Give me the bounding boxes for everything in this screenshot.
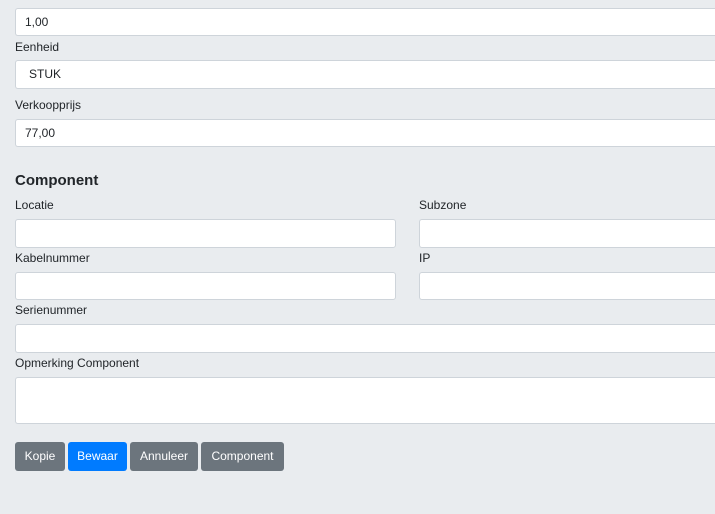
copy-button[interactable]: Kopie [15,442,65,471]
unit-label: Eenheid [15,40,60,54]
component-remark-label: Opmerking Component [15,356,140,370]
subzone-label: Subzone [419,198,467,212]
unit-select[interactable]: STUK [15,60,715,89]
price-input[interactable]: 77,00 [15,119,715,147]
location-label: Locatie [15,198,54,212]
cable-number-label: Kabelnummer [15,251,90,265]
cancel-button[interactable]: Annuleer [130,442,198,471]
component-button[interactable]: Component [201,442,284,471]
serial-number-label: Serienummer [15,303,88,317]
ip-label: IP [419,251,431,265]
component-remark-textarea[interactable] [15,377,715,424]
save-button[interactable]: Bewaar [68,442,127,471]
quantity-input[interactable]: 1,00 [15,8,715,36]
cable-number-input[interactable] [15,272,396,300]
subzone-input[interactable] [419,219,715,248]
serial-number-input[interactable] [15,324,715,353]
location-input[interactable] [15,219,396,248]
form-page: 1,00 Eenheid STUK Verkoopprijs 77,00 Com… [0,0,715,514]
price-label: Verkoopprijs [15,98,82,112]
component-heading: Component [15,172,99,189]
ip-input[interactable] [419,272,715,300]
